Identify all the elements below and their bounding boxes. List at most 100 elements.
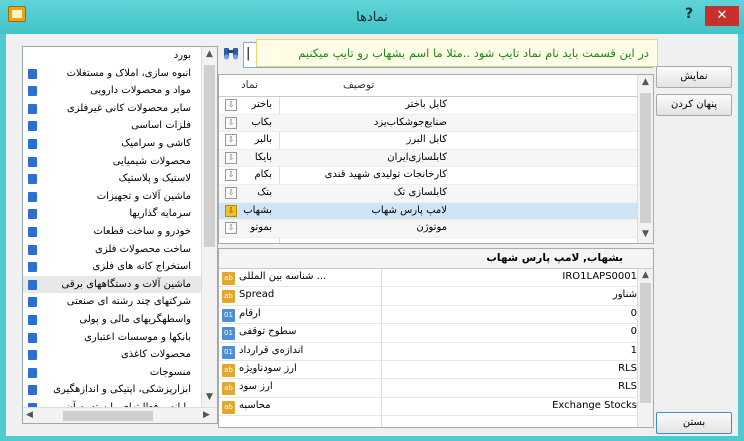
text-type-icon: ab <box>222 272 235 285</box>
symbol-description: صنایع‌جوشکاب‌یزد <box>373 116 447 128</box>
folder-icon <box>28 156 37 167</box>
tree-horizontal-scrollbar[interactable]: ◀ ▶ <box>23 407 217 423</box>
property-name: ارز سودناویژه <box>239 362 297 374</box>
tree-item[interactable]: استخراج کانه های فلزی <box>23 258 203 276</box>
symbol-code: بالبر <box>254 134 272 146</box>
symbol-row[interactable]: ⇩ بایکا کابلسازی‌ایران <box>219 149 653 168</box>
symbols-scroll-thumb[interactable] <box>640 93 651 223</box>
tree-item-label: انبوه سازی، املاک و مستغلات <box>66 67 191 79</box>
folder-icon <box>28 209 37 220</box>
scroll-down-icon[interactable]: ▼ <box>206 392 213 402</box>
scroll-up-icon[interactable]: ▲ <box>206 49 213 59</box>
tree-item[interactable]: سرمایه گذاریها <box>23 205 203 223</box>
tree-hscroll-thumb[interactable] <box>63 411 153 421</box>
property-name: ... شناسه بین المللی <box>239 271 327 282</box>
symbol-row[interactable]: ⇩ بکاب صنایع‌جوشکاب‌یزد <box>219 114 653 133</box>
symbol-description: لامپ پارس شهاب <box>371 204 447 216</box>
tree-item[interactable]: محصولات کاغذی <box>23 346 203 364</box>
search-input-value: | <box>246 46 251 61</box>
tree-item[interactable]: بانکها و موسسات اعتباری <box>23 329 203 347</box>
tree-item[interactable]: ماشین آلات و دستگاههای برقی <box>23 275 203 294</box>
hide-button[interactable]: پنهان کردن <box>656 94 732 116</box>
folder-icon <box>28 68 37 79</box>
property-row[interactable]: ab ... شناسه بین المللی IRO1LAPS0001 <box>219 269 653 288</box>
tree-item[interactable]: انبوه سازی، املاک و مستغلات <box>23 65 203 83</box>
scroll-right-icon[interactable]: ▶ <box>203 410 210 420</box>
property-row[interactable]: ab ارز سود RLS <box>219 379 653 398</box>
tree-item[interactable]: لاستیک و پلاستیک <box>23 170 203 188</box>
close-button[interactable]: بستن <box>656 412 732 434</box>
symbol-code: بکاب <box>251 116 272 128</box>
dialog-body: بورد انبوه سازی، املاک و مستغلات مواد و مح… <box>6 34 738 436</box>
property-row[interactable]: ab Spread شناور <box>219 287 653 306</box>
close-window-button[interactable]: ✕ <box>705 6 739 26</box>
symbol-description: کابلسازی‌ایران <box>387 151 447 163</box>
tree-item[interactable]: ابزارپزشکی، اپتیکی و اندازهگیری <box>23 381 203 399</box>
tree-item[interactable]: ماشین آلات و تجهیزات <box>23 188 203 206</box>
tree-item[interactable]: منسوجات <box>23 364 203 382</box>
tree-item[interactable]: شرکتهای چند رشته ای صنعتی <box>23 293 203 311</box>
tree-item-label: شرکتهای چند رشته ای صنعتی <box>66 296 191 308</box>
property-row[interactable]: 01 اندازه‌ی قرارداد 1 <box>219 343 653 361</box>
tree-item-label: سایر محصولات کانی غیرفلزی <box>66 102 191 114</box>
symbol-row[interactable]: ⇩ بموتو موتوژن <box>219 220 653 238</box>
properties-scroll-thumb[interactable] <box>640 283 651 403</box>
tree-item[interactable]: سایر محصولات کانی غیرفلزی <box>23 100 203 118</box>
property-value: 1 <box>630 344 637 356</box>
tree-item-label: لاستیک و پلاستیک <box>118 173 191 185</box>
tree-item-label: منسوجات <box>149 366 191 378</box>
search-hint-tooltip: در این قسمت باید نام نماد تایپ شود ..مثل… <box>256 39 658 67</box>
property-row[interactable]: 01 ارقام 0 <box>219 306 653 325</box>
symbol-row[interactable]: ⇩ بتک کابلسازی تک <box>219 184 653 203</box>
tree-item-label: سرمایه گذاریها <box>129 208 191 220</box>
column-header-description[interactable]: توصیف <box>343 79 374 91</box>
scroll-up-icon[interactable]: ▲ <box>642 77 649 87</box>
folder-icon <box>28 367 37 378</box>
tree-item-label: مواد و محصولات دارویی <box>90 85 191 97</box>
show-button[interactable]: نمایش <box>656 66 732 88</box>
title-bar: نمادها ? ✕ <box>0 0 744 34</box>
property-name: ارقام <box>239 307 261 319</box>
tree-item[interactable]: رایانه و فعالیتهای وابسته به آن <box>23 399 203 407</box>
scroll-left-icon[interactable]: ◀ <box>26 410 33 420</box>
property-name: سطوح توقفی <box>239 326 297 338</box>
property-value: شناور <box>612 289 637 301</box>
symbols-scrollbar[interactable]: ▲ ▼ <box>637 75 653 243</box>
properties-scrollbar[interactable]: ▲ <box>637 269 653 427</box>
property-value: IRO1LAPS0001 <box>562 271 637 282</box>
folder-icon <box>28 244 37 255</box>
tree-item[interactable]: خودرو و ساخت قطعات <box>23 223 203 241</box>
tree-item-label: محصولات کاغذی <box>120 349 191 361</box>
tree-scroll-thumb[interactable] <box>204 65 215 247</box>
binoculars-search-icon[interactable] <box>223 45 239 61</box>
window-title: نمادها <box>356 10 388 25</box>
tree-item[interactable]: بورد <box>23 47 203 65</box>
scroll-down-icon[interactable]: ▼ <box>642 229 649 239</box>
symbol-row[interactable]: ⇩ بالبر کابل البرز <box>219 132 653 150</box>
tree-item[interactable]: واسطهگریهای مالی و پولی <box>23 311 203 329</box>
symbol-row[interactable]: ⇩ باختر کابل باختر <box>219 97 653 115</box>
symbol-description: کارخانجات تولیدی شهید قندی <box>324 169 447 181</box>
symbol-code: بتک <box>257 186 272 198</box>
symbol-code: بموتو <box>250 222 272 234</box>
scroll-up-icon[interactable]: ▲ <box>642 270 649 280</box>
tree-vertical-scrollbar[interactable]: ▲ ▼ <box>201 47 217 407</box>
property-name: ارز سود <box>239 381 273 393</box>
tree-item[interactable]: محصولات شیمیایی <box>23 153 203 171</box>
help-button[interactable]: ? <box>680 6 698 26</box>
property-row[interactable]: ab ارز سودناویژه RLS <box>219 361 653 380</box>
tree-item[interactable]: فلزات اساسی <box>23 117 203 135</box>
symbol-code: باختر <box>251 99 272 110</box>
symbol-row[interactable]: ⇩ بشهاب لامپ پارس شهاب <box>219 202 653 221</box>
symbol-row[interactable]: ⇩ بکام کارخانجات تولیدی شهید قندی <box>219 167 653 185</box>
tree-item[interactable]: مواد و محصولات دارویی <box>23 82 203 100</box>
property-row[interactable]: 01 سطوح توقفی 0 <box>219 324 653 343</box>
folder-icon <box>28 262 37 273</box>
column-header-symbol[interactable]: نماد <box>241 79 258 91</box>
tree-item[interactable]: ساخت محصولات فلزی <box>23 241 203 259</box>
symbols-table-header: نماد توصیف <box>219 75 653 97</box>
tree-item[interactable]: کاشی و سرامیک <box>23 135 203 153</box>
property-row[interactable]: ab محاسبه Exchange Stocks <box>219 398 653 417</box>
folder-icon <box>28 121 37 132</box>
text-type-icon: ab <box>222 363 235 377</box>
